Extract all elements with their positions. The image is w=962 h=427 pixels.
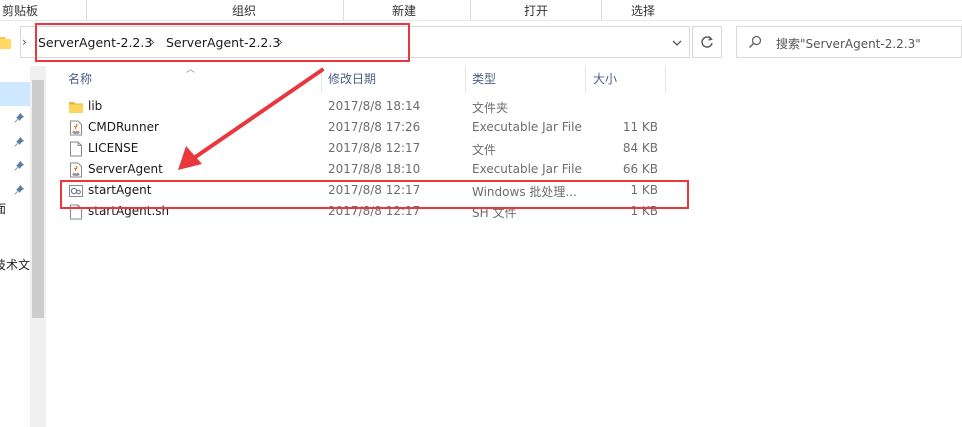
file-size: 11 KB — [622, 120, 658, 134]
column-header-size[interactable]: 大小 — [593, 70, 617, 87]
folder-icon — [0, 35, 11, 49]
search-placeholder: 搜索"ServerAgent-2.2.3" — [776, 37, 921, 51]
pin-icon[interactable] — [13, 136, 25, 148]
chevron-down-icon[interactable] — [668, 34, 686, 52]
file-name: ServerAgent — [88, 162, 163, 176]
column-header-date[interactable]: 修改日期 — [328, 70, 376, 87]
folder-icon — [68, 99, 84, 115]
nav-item-label[interactable]: 面 — [0, 200, 6, 217]
ribbon-divider — [601, 0, 602, 20]
ribbon-divider — [86, 0, 87, 20]
ribbon-divider-line — [0, 20, 962, 21]
file-date: 2017/8/8 12:17 — [328, 141, 421, 155]
file-row-serveragent[interactable]: ServerAgent 2017/8/8 18:10 Executable Ja… — [62, 160, 682, 181]
file-row-license[interactable]: LICENSE 2017/8/8 12:17 文件 84 KB — [62, 139, 682, 160]
ribbon-group-organize: 组织 — [232, 4, 257, 18]
search-icon — [748, 35, 762, 49]
file-name: lib — [88, 99, 103, 113]
nav-item-selected[interactable] — [0, 82, 30, 106]
file-type: 文件夹 — [472, 101, 509, 115]
annotation-arrow-icon — [178, 68, 324, 170]
file-size: 84 KB — [622, 141, 658, 155]
file-type: 文件 — [472, 143, 497, 157]
pin-icon[interactable] — [13, 160, 25, 172]
file-date: 2017/8/8 18:10 — [328, 162, 421, 176]
file-name: CMDRunner — [88, 120, 159, 134]
annotation-highlight-startagent — [60, 180, 689, 209]
breadcrumb-chevron-icon[interactable]: › — [22, 35, 27, 49]
column-divider[interactable] — [465, 66, 466, 92]
ribbon-group-open: 打开 — [524, 4, 549, 18]
file-size: 66 KB — [622, 162, 658, 176]
refresh-icon — [701, 36, 713, 48]
ribbon-group-new: 新建 — [392, 4, 417, 18]
jar-file-icon — [68, 120, 84, 136]
pin-icon[interactable] — [13, 184, 25, 196]
annotation-highlight-address — [35, 23, 410, 62]
blank-file-icon — [68, 141, 84, 157]
jar-file-icon — [68, 162, 84, 178]
ribbon-divider — [470, 0, 471, 20]
ribbon-group-select: 选择 — [631, 4, 656, 18]
column-header-type[interactable]: 类型 — [472, 70, 496, 87]
file-date: 2017/8/8 18:14 — [328, 99, 421, 113]
file-row-cmdrunner[interactable]: CMDRunner 2017/8/8 17:26 Executable Jar … — [62, 118, 682, 139]
file-row-lib[interactable]: lib 2017/8/8 18:14 文件夹 — [62, 97, 682, 118]
file-name: LICENSE — [88, 141, 139, 155]
file-type: Executable Jar File — [472, 162, 582, 176]
pin-icon[interactable] — [13, 112, 25, 124]
refresh-button[interactable] — [692, 26, 722, 58]
nav-scrollbar-thumb[interactable] — [32, 80, 44, 318]
ribbon-divider — [343, 0, 344, 20]
column-divider[interactable] — [665, 66, 666, 92]
file-type: Executable Jar File — [472, 120, 582, 134]
ribbon-group-clipboard: 剪贴板 — [2, 4, 39, 18]
nav-item-label[interactable]: 技术文 — [0, 256, 30, 273]
column-header-name[interactable]: 名称 — [68, 70, 92, 87]
ribbon-group-bar — [0, 0, 962, 20]
file-date: 2017/8/8 17:26 — [328, 120, 421, 134]
column-divider[interactable] — [585, 66, 586, 92]
